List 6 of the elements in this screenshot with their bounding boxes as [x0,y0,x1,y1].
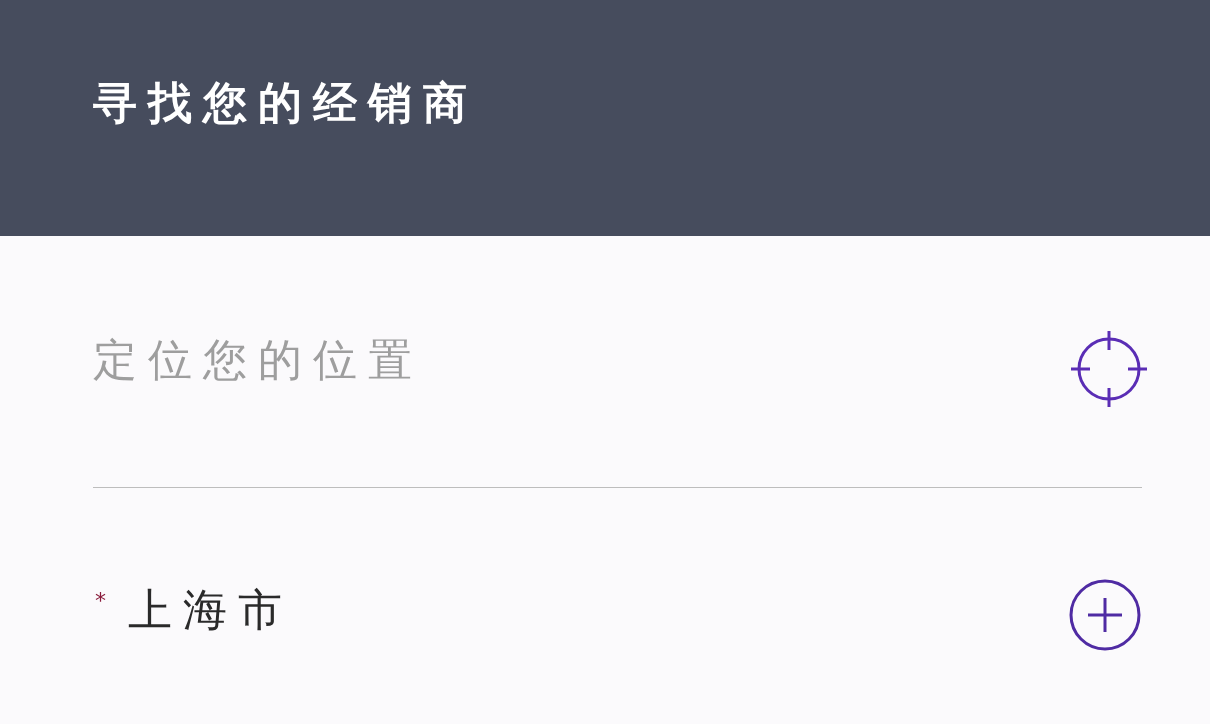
page-title: 寻找您的经销商 [93,76,478,130]
required-asterisk: * [95,590,106,612]
city-name: 上海市 [128,583,293,637]
location-field[interactable]: 定位您的位置 [93,329,1049,389]
crosshair-icon[interactable] [1069,329,1149,409]
add-icon[interactable] [1069,579,1141,651]
